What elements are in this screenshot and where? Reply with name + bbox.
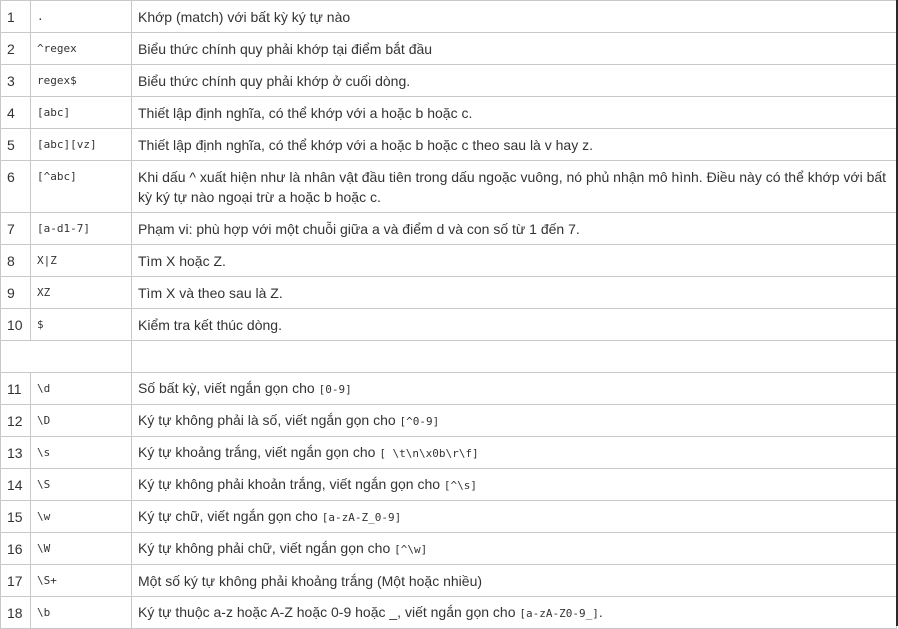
regex-description: Ký tự thuộc a-z hoặc A-Z hoặc 0-9 hoặc _…	[131, 596, 897, 629]
table-row: 17 \S+ Một số ký tự không phải khoảng tr…	[0, 564, 897, 597]
row-number: 17	[0, 564, 31, 597]
row-number: 15	[0, 500, 31, 533]
description-text: Một số ký tự không phải khoảng trắng (Mộ…	[138, 572, 483, 589]
table-row: 11 \d Số bất kỳ, viết ngắn gọn cho [0-9]	[0, 372, 897, 405]
description-text: Ký tự không phải chữ, viết ngắn gọn cho	[138, 539, 395, 556]
regex-description: Số bất kỳ, viết ngắn gọn cho [0-9]	[131, 372, 897, 405]
regex-pattern: \W	[30, 532, 132, 565]
row-number: 14	[0, 468, 31, 501]
regex-description: Ký tự không phải là số, viết ngắn gọn ch…	[131, 404, 897, 437]
row-number: 1	[0, 0, 31, 33]
description-tail: .	[598, 603, 603, 620]
regex-pattern: \d	[30, 372, 132, 405]
regex-table: 1 . Khớp (match) với bất kỳ ký tự nào 2 …	[0, 0, 897, 629]
regex-pattern: [abc][vz]	[30, 128, 132, 161]
row-number: 9	[0, 276, 31, 309]
regex-description: Khi dấu ^ xuất hiện như là nhân vật đầu …	[131, 160, 897, 213]
row-number: 2	[0, 32, 31, 65]
description-text: Ký tự không phải là số, viết ngắn gọn ch…	[138, 411, 400, 428]
row-number: 16	[0, 532, 31, 565]
table-row: 7 [a-d1-7] Phạm vi: phù hợp với một chuỗ…	[0, 212, 897, 245]
separator-cell	[0, 340, 132, 373]
regex-description: Ký tự không phải khoản trắng, viết ngắn …	[131, 468, 897, 501]
shorthand-code: [^\w]	[394, 542, 428, 556]
row-number: 5	[0, 128, 31, 161]
table-row: 10 $ Kiểm tra kết thúc dòng.	[0, 308, 897, 341]
table-row: 9 XZ Tìm X và theo sau là Z.	[0, 276, 897, 309]
regex-description: Tìm X và theo sau là Z.	[131, 276, 897, 309]
regex-pattern: \D	[30, 404, 132, 437]
row-number: 6	[0, 160, 31, 213]
shorthand-code: [a-zA-Z0-9_]	[519, 606, 599, 620]
table-row: 1 . Khớp (match) với bất kỳ ký tự nào	[0, 0, 897, 33]
table-row: 5 [abc][vz] Thiết lập định nghĩa, có thể…	[0, 128, 897, 161]
regex-pattern: X|Z	[30, 244, 132, 277]
regex-description: Biểu thức chính quy phải khớp ở cuối dòn…	[131, 64, 897, 97]
regex-pattern: \w	[30, 500, 132, 533]
regex-description: Khớp (match) với bất kỳ ký tự nào	[131, 0, 897, 33]
regex-description: Biểu thức chính quy phải khớp tại điểm b…	[131, 32, 897, 65]
table-row: 13 \s Ký tự khoảng trắng, viết ngắn gọn …	[0, 436, 897, 469]
regex-description: Thiết lập định nghĩa, có thể khớp với a …	[131, 128, 897, 161]
regex-pattern: \S+	[30, 564, 132, 597]
table-row: 14 \S Ký tự không phải khoản trắng, viết…	[0, 468, 897, 501]
shorthand-code: [^\s]	[443, 478, 478, 492]
description-text: Ký tự chữ, viết ngắn gọn cho	[138, 507, 322, 524]
table-row: 2 ^regex Biểu thức chính quy phải khớp t…	[0, 32, 897, 65]
regex-pattern: \b	[30, 596, 132, 629]
table-row: 15 \w Ký tự chữ, viết ngắn gọn cho [a-zA…	[0, 500, 897, 533]
regex-description: Thiết lập định nghĩa, có thể khớp với a …	[131, 96, 897, 129]
regex-pattern: \S	[30, 468, 132, 501]
regex-pattern: XZ	[30, 276, 132, 309]
regex-pattern: [^abc]	[30, 160, 132, 213]
row-number: 3	[0, 64, 31, 97]
regex-pattern: $	[30, 308, 132, 341]
table-row: 16 \W Ký tự không phải chữ, viết ngắn gọ…	[0, 532, 897, 565]
regex-description: Một số ký tự không phải khoảng trắng (Mộ…	[131, 564, 897, 597]
row-number: 7	[0, 212, 31, 245]
table-row: 3 regex$ Biểu thức chính quy phải khớp ở…	[0, 64, 897, 97]
description-text: Ký tự khoảng trắng, viết ngắn gọn cho	[138, 443, 380, 460]
regex-description: Kiểm tra kết thúc dòng.	[131, 308, 897, 341]
regex-pattern: ^regex	[30, 32, 132, 65]
regex-description: Ký tự chữ, viết ngắn gọn cho [a-zA-Z_0-9…	[131, 500, 897, 533]
regex-description: Tìm X hoặc Z.	[131, 244, 897, 277]
row-number: 18	[0, 596, 31, 629]
row-number: 13	[0, 436, 31, 469]
description-text: Ký tự thuộc a-z hoặc A-Z hoặc 0-9 hoặc _…	[138, 603, 520, 620]
row-number: 8	[0, 244, 31, 277]
table-row: 6 [^abc] Khi dấu ^ xuất hiện như là nhân…	[0, 160, 897, 213]
description-text: Số bất kỳ, viết ngắn gọn cho	[138, 379, 319, 396]
table-row: 18 \b Ký tự thuộc a-z hoặc A-Z hoặc 0-9 …	[0, 596, 897, 629]
shorthand-code: [^0-9]	[399, 414, 440, 428]
regex-pattern: [a-d1-7]	[30, 212, 132, 245]
table-row: 4 [abc] Thiết lập định nghĩa, có thể khớ…	[0, 96, 897, 129]
regex-pattern: regex$	[30, 64, 132, 97]
table-row: 8 X|Z Tìm X hoặc Z.	[0, 244, 897, 277]
description-text: Ký tự không phải khoản trắng, viết ngắn …	[138, 475, 444, 492]
section-separator-row	[0, 340, 897, 373]
regex-pattern: \s	[30, 436, 132, 469]
shorthand-code: [0-9]	[318, 382, 352, 396]
shorthand-code: [ \t\n\x0b\r\f]	[379, 446, 479, 460]
table-row: 12 \D Ký tự không phải là số, viết ngắn …	[0, 404, 897, 437]
regex-description: Ký tự khoảng trắng, viết ngắn gọn cho [ …	[131, 436, 897, 469]
separator-cell	[131, 340, 897, 373]
regex-pattern: [abc]	[30, 96, 132, 129]
regex-table-body: 1 . Khớp (match) với bất kỳ ký tự nào 2 …	[0, 0, 897, 629]
row-number: 10	[0, 308, 31, 341]
row-number: 4	[0, 96, 31, 129]
regex-pattern: .	[30, 0, 132, 33]
row-number: 11	[0, 372, 31, 405]
shorthand-code: [a-zA-Z_0-9]	[321, 510, 402, 524]
regex-description: Ký tự không phải chữ, viết ngắn gọn cho …	[131, 532, 897, 565]
row-number: 12	[0, 404, 31, 437]
regex-description: Phạm vi: phù hợp với một chuỗi giữa a và…	[131, 212, 897, 245]
